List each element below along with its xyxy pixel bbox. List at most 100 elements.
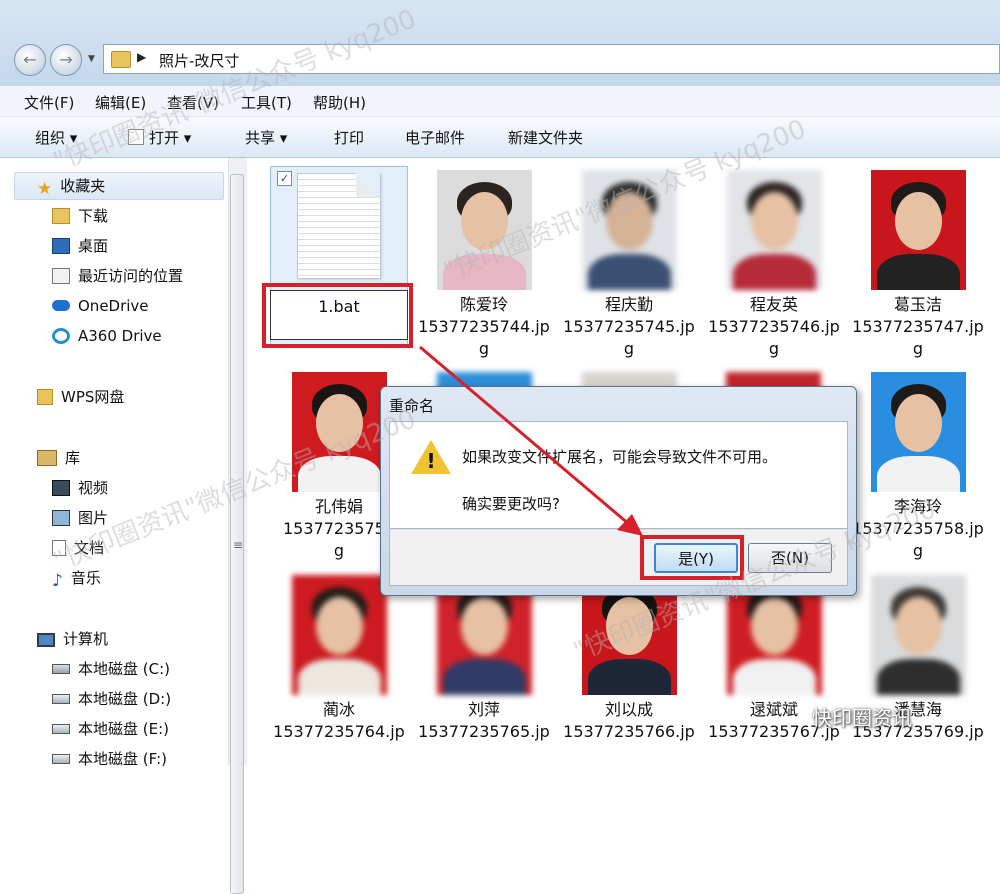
nav-music-label: 音乐 — [70, 569, 101, 587]
selection-checkbox[interactable]: ✓ — [277, 171, 292, 186]
breadcrumb-chevron-icon[interactable]: ▶ — [137, 50, 146, 64]
navigation-pane: ★ 收藏夹 下载 桌面 最近访问的位置 OneDrive A360 Drive W… — [0, 158, 246, 768]
warning-exclamation-icon: ! — [426, 449, 436, 473]
nav-drive-f-label: 本地磁盘 (F:) — [78, 750, 167, 768]
nav-a360-drive[interactable]: A360 Drive — [52, 323, 162, 349]
file-item[interactable]: 陈爱玲 15377235744.jp g — [415, 170, 553, 360]
nav-documents-label: 文档 — [74, 539, 105, 557]
new-folder-button[interactable]: 新建文件夹 — [508, 127, 583, 148]
nav-libraries[interactable]: 库 — [37, 445, 80, 471]
file-item[interactable]: 李海玲 15377235758.jp g — [849, 372, 987, 562]
file-item[interactable]: 程友英 15377235746.jp g — [705, 170, 843, 360]
file-person-name: 陈爱玲 — [459, 295, 508, 314]
menu-file[interactable]: 文件(F) — [24, 92, 74, 113]
file-ext: g — [623, 339, 635, 358]
file-name: 15377235766.jp — [563, 722, 695, 741]
nav-pictures[interactable]: 图片 — [52, 505, 108, 531]
file-name: 15377235745.jp — [563, 317, 695, 336]
cloud-icon — [52, 300, 70, 311]
drive-icon — [52, 694, 70, 704]
recent-pages-dropdown-icon[interactable]: ▼ — [88, 54, 95, 64]
file-name: 15377235758.jp — [852, 519, 984, 538]
open-icon — [128, 129, 144, 145]
file-person-name: 蔺冰 — [322, 700, 355, 719]
nav-pictures-label: 图片 — [78, 509, 109, 527]
photo-thumbnail — [870, 372, 966, 492]
photo-thumbnail — [870, 170, 966, 290]
brand-logo-text: 快印圈资讯 — [812, 706, 912, 730]
dialog-footer: 是(Y) 否(N) — [389, 529, 848, 586]
folder-icon — [111, 51, 131, 68]
photo-thumbnail — [726, 170, 822, 290]
file-person-name: 程庆勤 — [604, 295, 653, 314]
file-ext: g — [478, 339, 490, 358]
nav-documents[interactable]: 文档 — [52, 535, 104, 561]
nav-drive-c-label: 本地磁盘 (C:) — [78, 660, 170, 678]
file-person-name: 李海玲 — [893, 497, 942, 516]
nav-drive-e[interactable]: 本地磁盘 (E:) — [52, 716, 169, 742]
menu-view[interactable]: 查看(V) — [167, 92, 219, 113]
nav-onedrive[interactable]: OneDrive — [52, 293, 149, 319]
music-icon: ♪ — [52, 571, 63, 591]
nav-drive-f[interactable]: 本地磁盘 (F:) — [52, 746, 167, 772]
nav-desktop[interactable]: 桌面 — [52, 233, 108, 259]
nav-videos[interactable]: 视频 — [52, 475, 108, 501]
nav-wps-drive[interactable]: WPS网盘 — [37, 384, 124, 410]
nav-onedrive-label: OneDrive — [78, 297, 149, 315]
forward-button[interactable]: → — [50, 44, 82, 76]
file-item[interactable]: 刘萍 15377235765.jp — [415, 575, 553, 743]
nav-computer[interactable]: 计算机 — [37, 626, 108, 652]
file-person-name: 刘萍 — [467, 700, 500, 719]
back-button[interactable]: ← — [14, 44, 46, 76]
nav-drive-d[interactable]: 本地磁盘 (D:) — [52, 686, 171, 712]
navigation-scroll-thumb[interactable] — [230, 174, 244, 894]
star-icon: ★ — [37, 179, 53, 199]
file-name: 15377235765.jp — [418, 722, 550, 741]
organize-button[interactable]: 组织 ▾ — [35, 127, 77, 148]
rename-dialog: 重命名 ! 如果改变文件扩展名，可能会导致文件不可用。 确实要更改吗? 是(Y)… — [380, 386, 857, 596]
nav-downloads[interactable]: 下载 — [52, 203, 108, 229]
command-bar: 组织 ▾ 打开 ▾ 共享 ▾ 打印 电子邮件 新建文件夹 — [0, 117, 1000, 158]
share-button[interactable]: 共享 ▾ — [245, 127, 287, 148]
photo-thumbnail — [870, 575, 966, 695]
photo-thumbnail — [291, 575, 387, 695]
yes-highlight-frame — [640, 535, 744, 580]
download-folder-icon — [52, 208, 70, 224]
file-item[interactable]: 葛玉洁 15377235747.jp g — [849, 170, 987, 360]
nav-desktop-label: 桌面 — [78, 237, 109, 255]
nav-favorites[interactable]: ★ 收藏夹 — [37, 173, 105, 199]
title-bar: ← → ▼ ▶ 照片-改尺寸 — [0, 0, 1000, 86]
file-ext: g — [912, 339, 924, 358]
print-button[interactable]: 打印 — [334, 127, 364, 148]
file-name: 15377235744.jp — [418, 317, 550, 336]
no-button[interactable]: 否(N) — [748, 543, 832, 573]
file-name: 15377235746.jp — [708, 317, 840, 336]
file-item[interactable]: 程庆勤 15377235745.jp g — [560, 170, 698, 360]
menu-bar: 文件(F) 编辑(E) 查看(V) 工具(T) 帮助(H) — [0, 86, 1000, 117]
page-fold-icon — [356, 173, 380, 197]
open-button[interactable]: 打开 ▾ — [128, 127, 191, 148]
menu-help[interactable]: 帮助(H) — [313, 92, 366, 113]
dialog-body: ! 如果改变文件扩展名，可能会导致文件不可用。 确实要更改吗? — [389, 421, 848, 529]
menu-tools[interactable]: 工具(T) — [241, 92, 292, 113]
nav-videos-label: 视频 — [78, 479, 109, 497]
back-arrow-icon: ← — [23, 50, 37, 69]
file-name: 15377235764.jp — [273, 722, 405, 741]
breadcrumb-current-folder[interactable]: 照片-改尺寸 — [159, 50, 239, 71]
computer-icon — [37, 633, 55, 647]
dialog-title: 重命名 — [389, 397, 435, 415]
nav-music[interactable]: ♪ 音乐 — [52, 565, 101, 591]
address-bar[interactable]: ▶ 照片-改尺寸 — [103, 44, 1000, 74]
nav-computer-label: 计算机 — [63, 630, 109, 648]
file-item[interactable]: 蔺冰 15377235764.jp — [270, 575, 408, 743]
scroll-grip-icon: ≡ — [233, 538, 244, 552]
file-person-name: 程友英 — [749, 295, 798, 314]
file-item[interactable]: 刘以成 15377235766.jp — [560, 575, 698, 743]
email-button[interactable]: 电子邮件 — [405, 127, 465, 148]
recent-places-icon — [52, 268, 70, 284]
nav-recent-places[interactable]: 最近访问的位置 — [52, 263, 183, 289]
nav-drive-e-label: 本地磁盘 (E:) — [78, 720, 170, 738]
menu-edit[interactable]: 编辑(E) — [95, 92, 146, 113]
nav-drive-c[interactable]: 本地磁盘 (C:) — [52, 656, 170, 682]
nav-favorites-label: 收藏夹 — [60, 177, 106, 195]
